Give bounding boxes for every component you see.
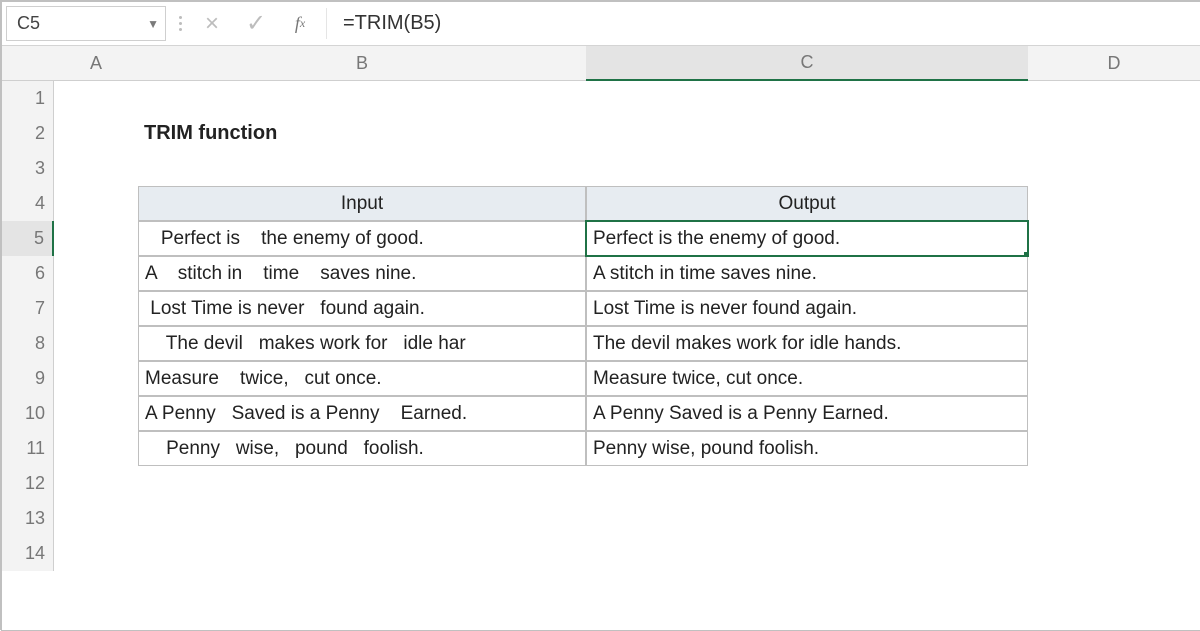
cell-d10[interactable] <box>1028 396 1200 431</box>
cell-b11[interactable]: Penny wise, pound foolish. <box>138 431 586 466</box>
cell-c7[interactable]: Lost Time is never found again. <box>586 291 1028 326</box>
cell-d8[interactable] <box>1028 326 1200 361</box>
cell-a3[interactable] <box>54 151 138 186</box>
cell-d2[interactable] <box>1028 116 1200 151</box>
cell-b12[interactable] <box>138 466 586 501</box>
cell-c13[interactable] <box>586 501 1028 536</box>
row-header[interactable]: 14 <box>2 536 54 571</box>
table-header-output[interactable]: Output <box>586 186 1028 221</box>
row-header[interactable]: 12 <box>2 466 54 501</box>
col-header-c[interactable]: C <box>586 46 1028 81</box>
formula-bar-drag-handle[interactable] <box>170 2 190 45</box>
cell-d1[interactable] <box>1028 81 1200 116</box>
fx-icon[interactable]: fx <box>278 2 322 45</box>
chevron-down-icon[interactable]: ▼ <box>147 17 159 31</box>
name-box-value: C5 <box>17 13 40 34</box>
cell-a2[interactable] <box>54 116 138 151</box>
cell-a5[interactable] <box>54 221 138 256</box>
divider <box>326 8 327 39</box>
cell-d9[interactable] <box>1028 361 1200 396</box>
cell-b7[interactable]: Lost Time is never found again. <box>138 291 586 326</box>
cell-a10[interactable] <box>54 396 138 431</box>
cell-d3[interactable] <box>1028 151 1200 186</box>
worksheet-grid[interactable]: A B C D 1 2 TRIM function 3 4 Input Outp… <box>2 46 1200 571</box>
row-header[interactable]: 2 <box>2 116 54 151</box>
cell-a12[interactable] <box>54 466 138 501</box>
cell-a14[interactable] <box>54 536 138 571</box>
cell-d14[interactable] <box>1028 536 1200 571</box>
row-header[interactable]: 11 <box>2 431 54 466</box>
cell-b13[interactable] <box>138 501 586 536</box>
title-cell[interactable]: TRIM function <box>138 116 586 151</box>
table-header-input[interactable]: Input <box>138 186 586 221</box>
cell-c5-active[interactable]: Perfect is the enemy of good. <box>586 221 1028 256</box>
cell-b3[interactable] <box>138 151 586 186</box>
cell-c1[interactable] <box>586 81 1028 116</box>
cell-a13[interactable] <box>54 501 138 536</box>
cell-b8[interactable]: The devil makes work for idle har <box>138 326 586 361</box>
formula-bar: C5 ▼ × ✓ fx =TRIM(B5) <box>2 2 1200 46</box>
cell-d12[interactable] <box>1028 466 1200 501</box>
row-header[interactable]: 1 <box>2 81 54 116</box>
cell-a1[interactable] <box>54 81 138 116</box>
cell-c12[interactable] <box>586 466 1028 501</box>
cell-c9[interactable]: Measure twice, cut once. <box>586 361 1028 396</box>
cell-b1[interactable] <box>138 81 586 116</box>
cell-c10[interactable]: A Penny Saved is a Penny Earned. <box>586 396 1028 431</box>
cell-c11[interactable]: Penny wise, pound foolish. <box>586 431 1028 466</box>
cell-a8[interactable] <box>54 326 138 361</box>
row-header[interactable]: 4 <box>2 186 54 221</box>
col-header-b[interactable]: B <box>138 46 586 81</box>
cell-a11[interactable] <box>54 431 138 466</box>
cell-d11[interactable] <box>1028 431 1200 466</box>
row-header[interactable]: 8 <box>2 326 54 361</box>
row-header[interactable]: 10 <box>2 396 54 431</box>
row-header[interactable]: 7 <box>2 291 54 326</box>
cell-a4[interactable] <box>54 186 138 221</box>
cell-a7[interactable] <box>54 291 138 326</box>
row-header[interactable]: 5 <box>2 221 54 256</box>
formula-input[interactable]: =TRIM(B5) <box>331 2 1200 45</box>
confirm-icon[interactable]: ✓ <box>234 2 278 45</box>
col-header-d[interactable]: D <box>1028 46 1200 81</box>
cell-c14[interactable] <box>586 536 1028 571</box>
cell-b9[interactable]: Measure twice, cut once. <box>138 361 586 396</box>
row-header[interactable]: 3 <box>2 151 54 186</box>
cell-c8[interactable]: The devil makes work for idle hands. <box>586 326 1028 361</box>
cell-b5[interactable]: Perfect is the enemy of good. <box>138 221 586 256</box>
row-header[interactable]: 9 <box>2 361 54 396</box>
cell-d4[interactable] <box>1028 186 1200 221</box>
cell-d13[interactable] <box>1028 501 1200 536</box>
cell-c2[interactable] <box>586 116 1028 151</box>
cancel-icon[interactable]: × <box>190 2 234 45</box>
cell-d6[interactable] <box>1028 256 1200 291</box>
cell-b10[interactable]: A Penny Saved is a Penny Earned. <box>138 396 586 431</box>
cell-c3[interactable] <box>586 151 1028 186</box>
select-all-corner[interactable] <box>2 46 54 81</box>
name-box[interactable]: C5 ▼ <box>6 6 166 41</box>
cell-b14[interactable] <box>138 536 586 571</box>
row-header[interactable]: 6 <box>2 256 54 291</box>
cell-b6[interactable]: A stitch in time saves nine. <box>138 256 586 291</box>
formula-text: =TRIM(B5) <box>343 12 441 35</box>
cell-c6[interactable]: A stitch in time saves nine. <box>586 256 1028 291</box>
col-header-a[interactable]: A <box>54 46 138 81</box>
cell-d5[interactable] <box>1028 221 1200 256</box>
cell-d7[interactable] <box>1028 291 1200 326</box>
row-header[interactable]: 13 <box>2 501 54 536</box>
cell-a9[interactable] <box>54 361 138 396</box>
cell-a6[interactable] <box>54 256 138 291</box>
